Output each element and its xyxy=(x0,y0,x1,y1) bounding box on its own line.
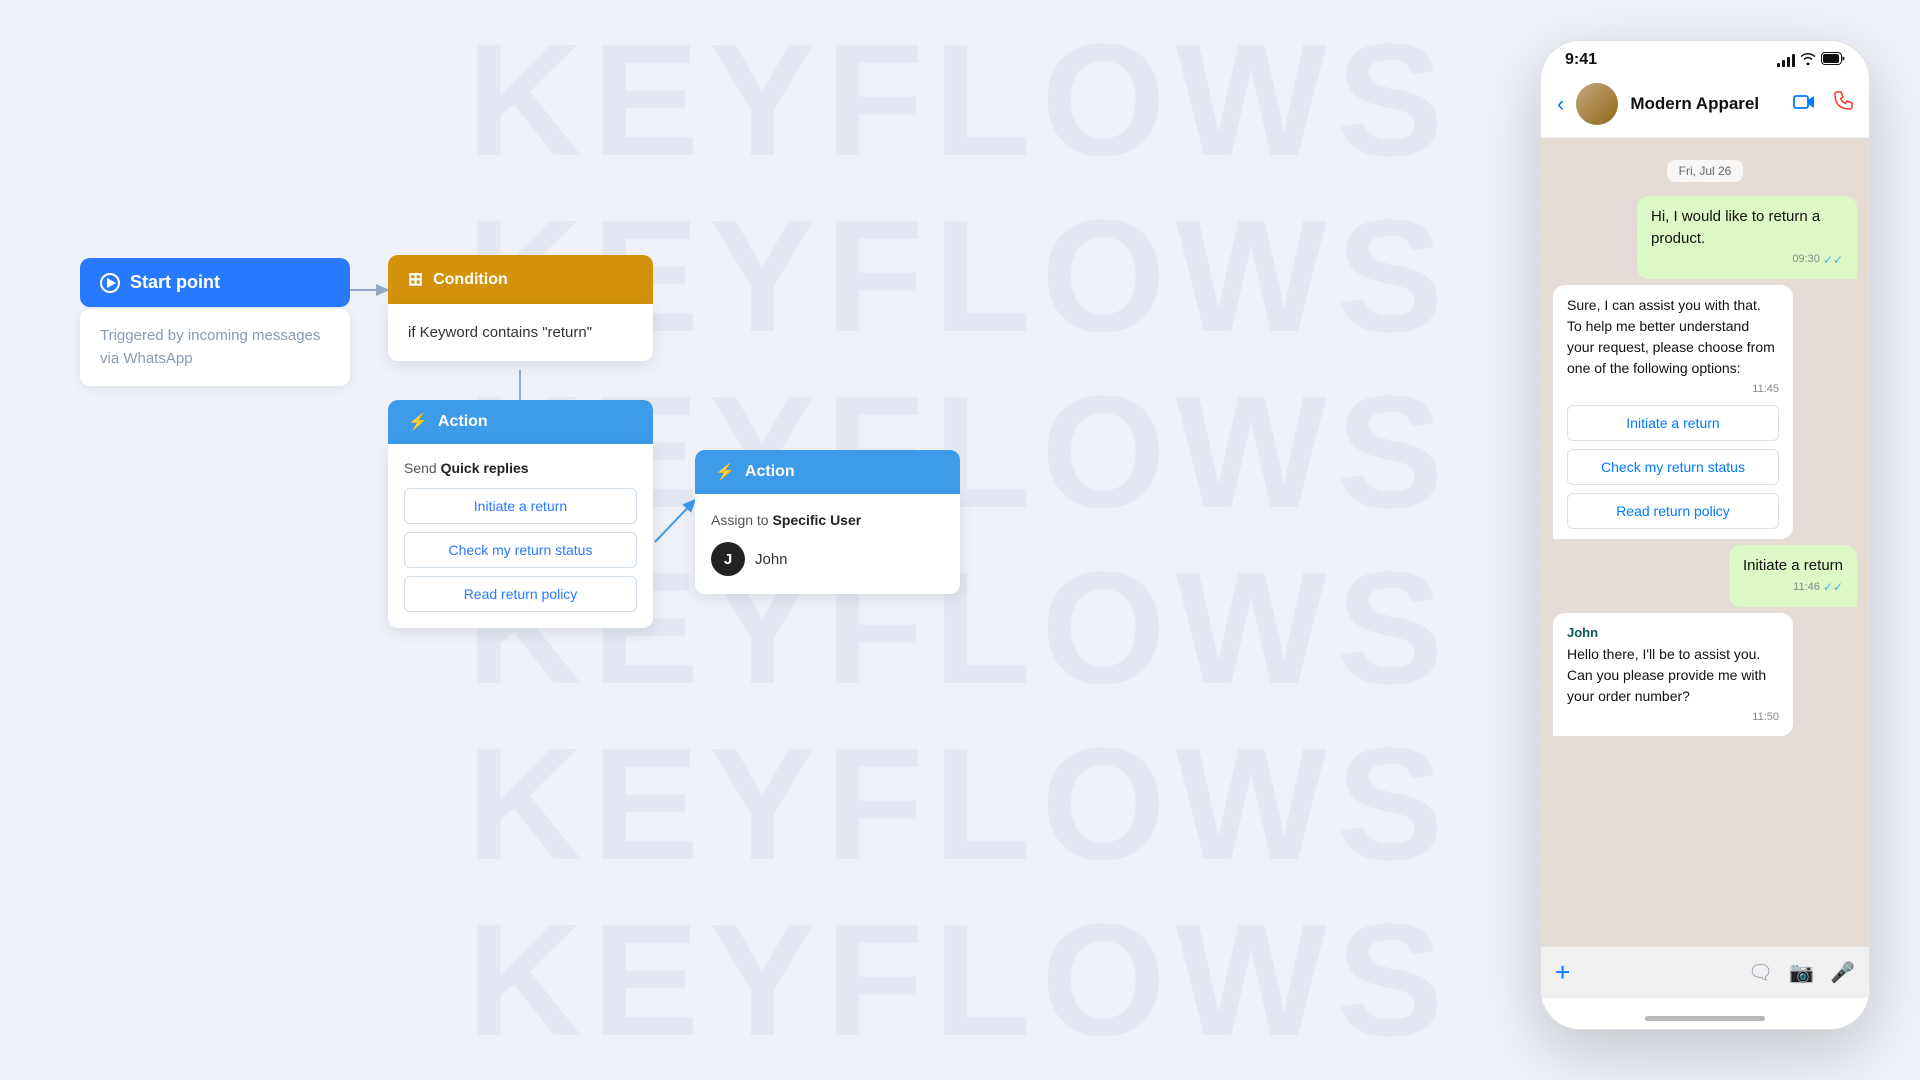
received-time-john: 11:50 xyxy=(1752,709,1779,726)
action-assign-title: Action xyxy=(745,463,795,481)
phone-frame: 9:41 xyxy=(1540,40,1870,1030)
action-main-title: Action xyxy=(438,413,488,431)
sent-time-1: 09:30 xyxy=(1792,252,1820,268)
message-sent-2: Initiate a return 11:46 ✓✓ xyxy=(1553,545,1857,606)
status-time: 9:41 xyxy=(1565,51,1597,69)
assign-label: Assign to xyxy=(711,512,769,528)
chat-btn-read-policy[interactable]: Read return policy xyxy=(1567,493,1779,529)
condition-rule: if Keyword contains "return" xyxy=(408,324,633,341)
chat-btn-initiate[interactable]: Initiate a return xyxy=(1567,405,1779,441)
message-sent-1: Hi, I would like to return a product. 09… xyxy=(1553,196,1857,279)
wifi-icon xyxy=(1800,53,1816,68)
received-bubble-john: John Hello there, I'll be to assist you.… xyxy=(1553,613,1793,736)
sender-name-john: John xyxy=(1567,623,1779,643)
received-text-1: Sure, I can assist you with that. To hel… xyxy=(1567,295,1779,379)
quick-reply-btn-1[interactable]: Initiate a return xyxy=(404,488,637,524)
message-received-1: Sure, I can assist you with that. To hel… xyxy=(1553,285,1857,540)
start-node: Start point Triggered by incoming messag… xyxy=(80,258,350,386)
status-icons xyxy=(1777,52,1845,68)
status-bar: 9:41 xyxy=(1541,41,1869,75)
action-assign-body: Assign to Specific User J John xyxy=(695,494,960,594)
sent-bubble-1: Hi, I would like to return a product. 09… xyxy=(1637,196,1857,279)
action-assign-node: ⚡ Action Assign to Specific User J John xyxy=(695,450,960,594)
start-node-body: Triggered by incoming messages via Whats… xyxy=(80,309,350,386)
quick-reply-btn-2[interactable]: Check my return status xyxy=(404,532,637,568)
chat-btn-check-status[interactable]: Check my return status xyxy=(1567,449,1779,485)
chat-input-bar: + 🗨 📷 🎤 xyxy=(1541,946,1869,998)
video-call-icon[interactable] xyxy=(1793,93,1815,116)
action-send-text: Send Quick replies xyxy=(404,460,637,476)
assign-user: J John xyxy=(711,542,944,576)
condition-icon: ⊞ xyxy=(408,269,423,290)
received-meta-1: 11:45 xyxy=(1567,381,1779,398)
action-main-body: Send Quick replies Initiate a return Che… xyxy=(388,444,653,628)
received-meta-john: 11:50 xyxy=(1567,709,1779,726)
condition-node-header: ⊞ Condition xyxy=(388,255,653,304)
condition-node-body: if Keyword contains "return" xyxy=(388,304,653,361)
send-label: Send xyxy=(404,460,437,476)
sent-bubble-2: Initiate a return 11:46 ✓✓ xyxy=(1729,545,1857,606)
home-indicator xyxy=(1645,1016,1765,1021)
quick-reply-btn-3[interactable]: Read return policy xyxy=(404,576,637,612)
sent-time-2: 11:46 xyxy=(1793,580,1820,596)
user-name: John xyxy=(755,551,788,568)
flow-canvas: Start point Triggered by incoming messag… xyxy=(0,0,1020,1080)
contact-name: Modern Apparel xyxy=(1630,94,1781,114)
message-received-john: John Hello there, I'll be to assist you.… xyxy=(1553,613,1857,736)
action-assign-icon: ⚡ xyxy=(715,462,735,482)
received-bubble-1: Sure, I can assist you with that. To hel… xyxy=(1553,285,1793,540)
sticker-icon[interactable]: 🗨 xyxy=(1748,960,1773,985)
chat-header: ‹ Modern Apparel xyxy=(1541,75,1869,138)
microphone-icon[interactable]: 🎤 xyxy=(1830,960,1855,985)
sent-text-1: Hi, I would like to return a product. xyxy=(1651,206,1843,250)
chat-plus-icon[interactable]: + xyxy=(1555,957,1570,988)
chat-messages[interactable]: Fri, Jul 26 Hi, I would like to return a… xyxy=(1541,138,1869,946)
start-node-description: Triggered by incoming messages via Whats… xyxy=(100,327,320,367)
camera-icon[interactable]: 📷 xyxy=(1789,960,1814,985)
contact-avatar xyxy=(1576,83,1618,125)
signal-bars-icon xyxy=(1777,53,1795,67)
action-main-icon: ⚡ xyxy=(408,412,428,432)
start-node-title: Start point xyxy=(130,272,220,293)
sent-check-1: ✓✓ xyxy=(1823,252,1843,269)
phone-call-icon[interactable] xyxy=(1833,91,1853,117)
sent-text-2: Initiate a return xyxy=(1743,555,1843,577)
sent-meta-1: 09:30 ✓✓ xyxy=(1651,252,1843,269)
action-main-header: ⚡ Action xyxy=(388,400,653,444)
action-assign-header: ⚡ Action xyxy=(695,450,960,494)
sent-check-2: ✓✓ xyxy=(1823,579,1843,596)
received-text-john: Hello there, I'll be to assist you. Can … xyxy=(1567,644,1779,707)
assign-type: Specific User xyxy=(772,512,861,528)
send-type: Quick replies xyxy=(441,460,529,476)
header-icons xyxy=(1793,91,1853,117)
date-chip: Fri, Jul 26 xyxy=(1667,160,1744,182)
condition-node-title: Condition xyxy=(433,271,508,289)
chat-input-icons: 🗨 📷 🎤 xyxy=(1748,960,1855,985)
condition-node: ⊞ Condition if Keyword contains "return" xyxy=(388,255,653,361)
start-node-header: Start point xyxy=(80,258,350,307)
user-initial: J xyxy=(724,551,732,568)
back-button[interactable]: ‹ xyxy=(1557,91,1564,117)
received-time-1: 11:45 xyxy=(1752,381,1779,398)
play-icon xyxy=(100,273,120,293)
sent-meta-2: 11:46 ✓✓ xyxy=(1743,579,1843,596)
action-main-node: ⚡ Action Send Quick replies Initiate a r… xyxy=(388,400,653,628)
user-avatar: J xyxy=(711,542,745,576)
assign-text: Assign to Specific User xyxy=(711,512,944,528)
phone-mockup: 9:41 xyxy=(1540,40,1870,1030)
date-divider: Fri, Jul 26 xyxy=(1553,160,1857,182)
battery-icon xyxy=(1821,52,1845,68)
